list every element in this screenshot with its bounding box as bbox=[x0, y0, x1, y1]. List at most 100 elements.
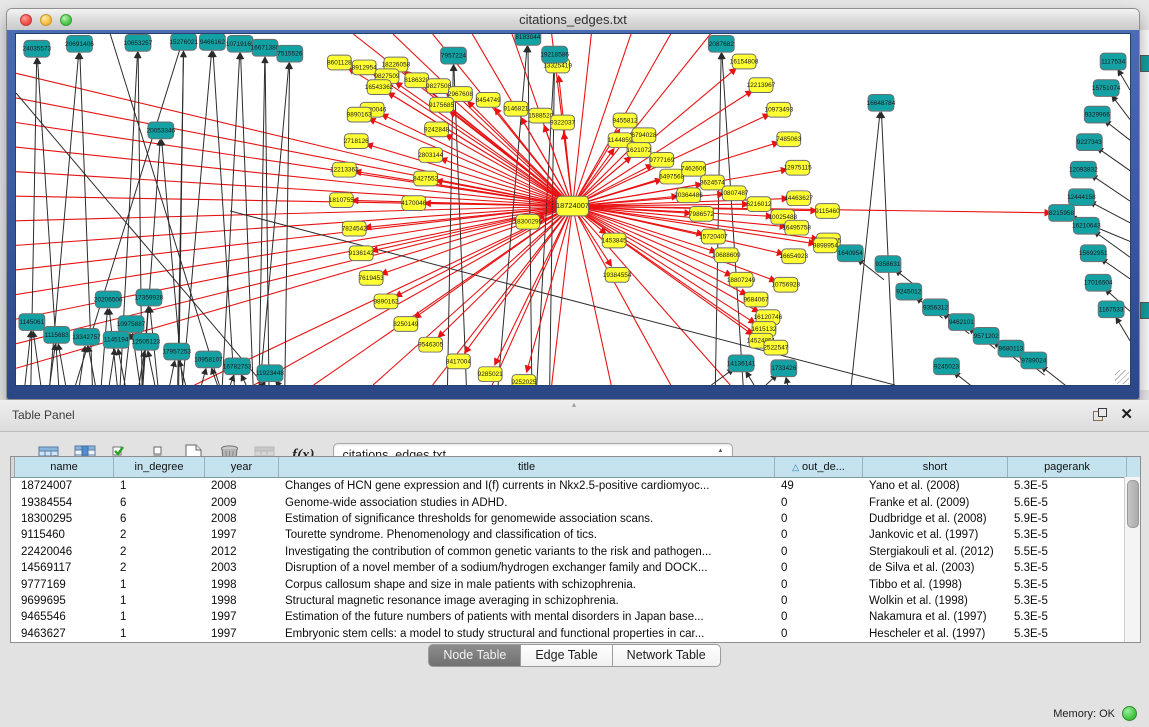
cell[interactable]: Estimation of significance thresholds fo… bbox=[280, 513, 776, 525]
cell[interactable]: 6 bbox=[115, 497, 206, 509]
edge[interactable] bbox=[33, 332, 41, 385]
cell[interactable]: 2008 bbox=[206, 513, 280, 525]
cell[interactable]: 0 bbox=[776, 513, 864, 525]
edge[interactable] bbox=[285, 63, 290, 385]
cell[interactable]: 5.3E-5 bbox=[1009, 611, 1128, 623]
cell[interactable]: 2 bbox=[115, 529, 206, 541]
cell[interactable]: 0 bbox=[776, 497, 864, 509]
cell[interactable]: 2003 bbox=[206, 562, 280, 574]
cell[interactable]: Investigating the contribution of common… bbox=[280, 546, 776, 558]
cell[interactable]: 6 bbox=[115, 513, 206, 525]
cell[interactable]: Disruption of a novel member of a sodium… bbox=[280, 562, 776, 574]
cell[interactable]: 9463627 bbox=[16, 628, 115, 640]
cell[interactable]: 9699695 bbox=[16, 595, 115, 607]
table-body[interactable]: 1872400712008Changes of HCN gene express… bbox=[11, 478, 1140, 642]
cell[interactable]: 2009 bbox=[206, 497, 280, 509]
cell[interactable]: 5.3E-5 bbox=[1009, 628, 1128, 640]
edge[interactable] bbox=[369, 119, 572, 206]
edge[interactable] bbox=[573, 34, 711, 206]
edge[interactable] bbox=[25, 332, 31, 385]
cell[interactable]: 18300295 bbox=[16, 513, 115, 525]
network-canvas[interactable]: 8601128891295418226058982750916543362818… bbox=[15, 33, 1131, 386]
cell[interactable]: 1997 bbox=[206, 611, 280, 623]
edge[interactable] bbox=[492, 206, 572, 385]
edge[interactable] bbox=[454, 65, 467, 385]
table-row[interactable]: 1830029562008Estimation of significance … bbox=[11, 511, 1140, 527]
table-row[interactable]: 977716911998Corpus callosum shape and si… bbox=[11, 576, 1140, 592]
cell[interactable]: Tourette syndrome. Phenomenology and cla… bbox=[280, 529, 776, 541]
edge[interactable] bbox=[202, 369, 206, 385]
cell[interactable]: Embryonic stem cells: a model to study s… bbox=[280, 628, 776, 640]
cell[interactable]: 2 bbox=[115, 562, 206, 574]
cell[interactable]: Estimation of the future numbers of pati… bbox=[280, 611, 776, 623]
cell[interactable]: 1997 bbox=[206, 529, 280, 541]
cell[interactable]: 0 bbox=[776, 611, 864, 623]
cell[interactable]: 2012 bbox=[206, 546, 280, 558]
column-header-title[interactable]: title bbox=[279, 457, 775, 477]
edge[interactable] bbox=[1112, 96, 1130, 120]
cell[interactable]: Yano et al. (2008) bbox=[864, 480, 1009, 492]
cell[interactable]: 9465546 bbox=[16, 611, 115, 623]
cell[interactable]: Tibbo et al. (1998) bbox=[864, 579, 1009, 591]
cell[interactable]: 5.3E-5 bbox=[1009, 529, 1128, 541]
edge[interactable] bbox=[170, 361, 175, 385]
cell[interactable]: Changes of HCN gene expression and I(f) … bbox=[280, 480, 776, 492]
cell[interactable]: 5.9E-5 bbox=[1009, 513, 1128, 525]
float-panel-icon[interactable] bbox=[1093, 408, 1107, 422]
table-row[interactable]: 911546021997Tourette syndrome. Phenomeno… bbox=[11, 527, 1140, 543]
cell[interactable]: 1998 bbox=[206, 579, 280, 591]
cell[interactable]: 1 bbox=[115, 480, 206, 492]
table-row[interactable]: 946362711997Embryonic stem cells: a mode… bbox=[11, 626, 1140, 642]
edge[interactable] bbox=[1116, 318, 1130, 341]
cell[interactable]: 1 bbox=[115, 595, 206, 607]
cell[interactable]: Dudbridge et al. (2008) bbox=[864, 513, 1009, 525]
cell[interactable]: 5.3E-5 bbox=[1009, 480, 1128, 492]
edge[interactable] bbox=[148, 351, 155, 385]
edge[interactable] bbox=[382, 114, 573, 206]
edge[interactable] bbox=[230, 376, 234, 385]
column-header-year[interactable]: year bbox=[205, 457, 279, 477]
cell[interactable]: 0 bbox=[776, 562, 864, 574]
edge[interactable] bbox=[527, 206, 573, 372]
tab-edge-table[interactable]: Edge Table bbox=[521, 644, 612, 667]
edge[interactable] bbox=[1105, 121, 1130, 140]
cell[interactable]: Stergiakouli et al. (2012) bbox=[864, 546, 1009, 558]
cell[interactable]: 0 bbox=[776, 595, 864, 607]
edge[interactable] bbox=[16, 206, 573, 221]
table-row[interactable]: 946554611997Estimation of the future num… bbox=[11, 609, 1140, 625]
citation-network-graph[interactable]: 8601128891295418226058982750916543362818… bbox=[16, 34, 1130, 385]
edge[interactable] bbox=[16, 98, 573, 206]
edge[interactable] bbox=[881, 113, 893, 385]
edge[interactable] bbox=[746, 372, 754, 385]
cell[interactable]: 1997 bbox=[206, 628, 280, 640]
cell[interactable]: 0 bbox=[776, 546, 864, 558]
cell[interactable]: 2008 bbox=[206, 480, 280, 492]
cell[interactable]: 1 bbox=[115, 628, 206, 640]
cell[interactable]: 18724007 bbox=[16, 480, 115, 492]
cell[interactable]: Structural magnetic resonance image aver… bbox=[280, 595, 776, 607]
edge[interactable] bbox=[786, 378, 788, 385]
cell[interactable]: 9777169 bbox=[16, 579, 115, 591]
cell[interactable]: 0 bbox=[776, 628, 864, 640]
edge[interactable] bbox=[715, 54, 721, 385]
cell[interactable]: 9115460 bbox=[16, 529, 115, 541]
cell[interactable]: 49 bbox=[776, 480, 864, 492]
vertical-scrollbar[interactable] bbox=[1124, 477, 1140, 642]
edge[interactable] bbox=[573, 206, 755, 323]
edge[interactable] bbox=[16, 122, 573, 206]
column-header-short[interactable]: short bbox=[863, 457, 1008, 477]
column-header-out_de[interactable]: △out_de... bbox=[775, 457, 863, 477]
cell[interactable]: 0 bbox=[776, 529, 864, 541]
edge[interactable] bbox=[16, 206, 573, 270]
scrollbar-thumb[interactable] bbox=[1127, 480, 1139, 528]
edge[interactable] bbox=[16, 206, 573, 344]
column-header-name[interactable]: name bbox=[15, 457, 114, 477]
table-row[interactable]: 1872400712008Changes of HCN gene express… bbox=[11, 478, 1140, 494]
table-row[interactable]: 1938455462009Genome-wide association stu… bbox=[11, 494, 1140, 510]
edge[interactable] bbox=[241, 54, 254, 385]
cell[interactable]: Jankovic et al. (1997) bbox=[864, 529, 1009, 541]
edge[interactable] bbox=[79, 347, 85, 385]
edge[interactable] bbox=[230, 211, 895, 385]
edge[interactable] bbox=[16, 206, 573, 245]
splitter-handle-icon[interactable]: ▴ bbox=[572, 400, 576, 409]
